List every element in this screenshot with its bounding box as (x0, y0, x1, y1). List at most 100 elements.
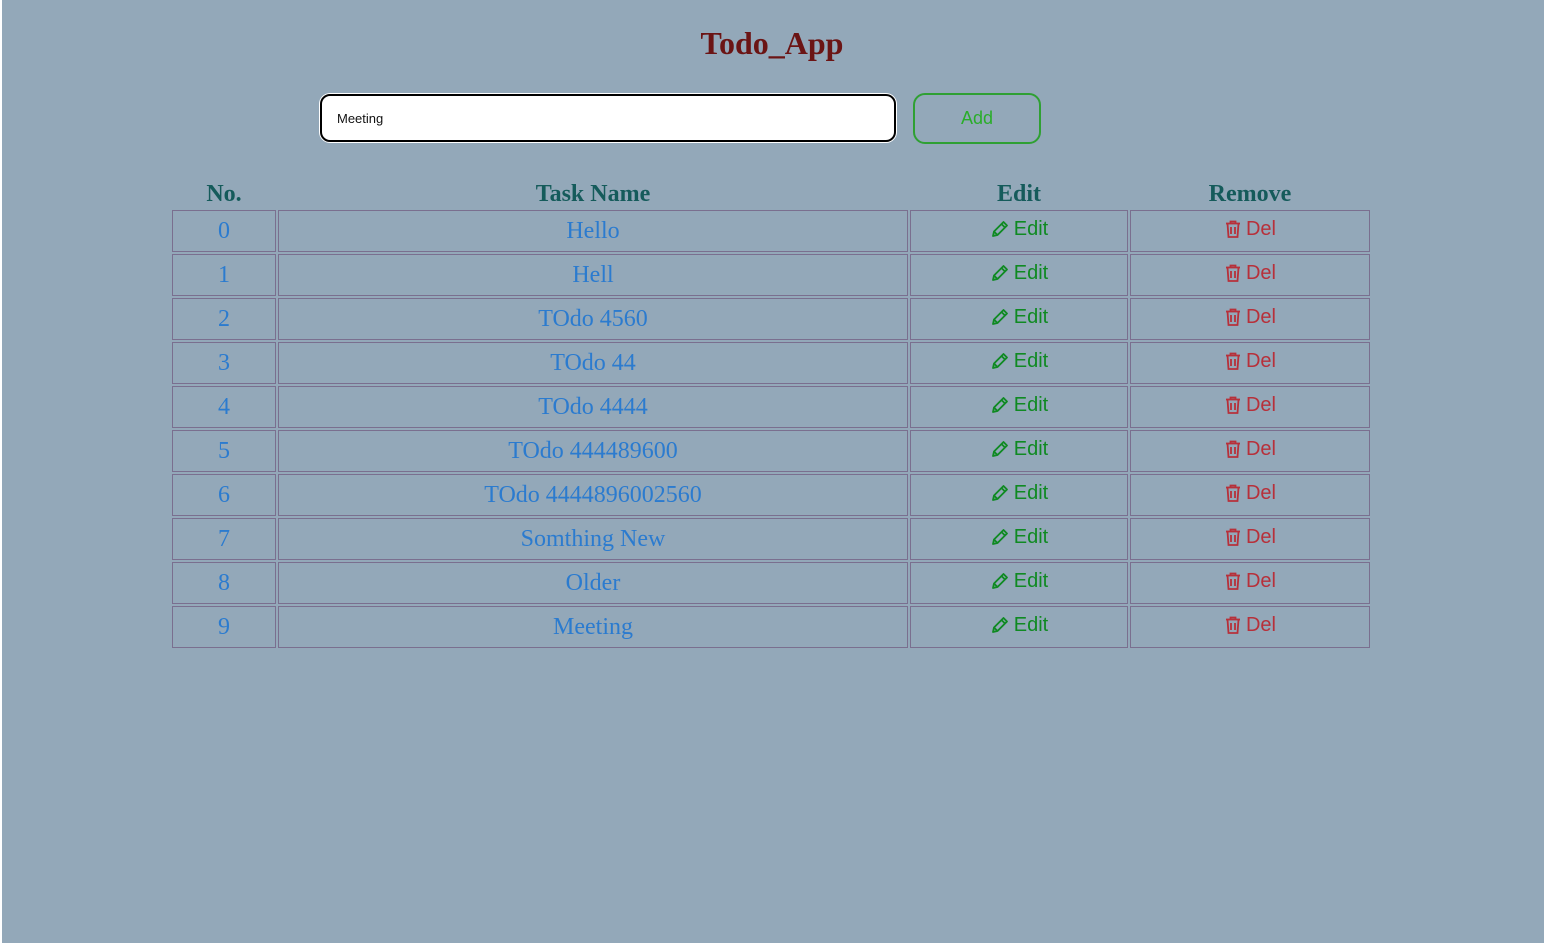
table-row: 5 TOdo 444489600 Edit Del (172, 430, 1370, 472)
task-name: Older (278, 562, 908, 604)
task-input[interactable] (320, 94, 896, 142)
task-name: Somthing New (278, 518, 908, 560)
window-edge (0, 0, 2, 943)
pencil-icon (990, 263, 1010, 283)
edit-label: Edit (1013, 569, 1049, 592)
trash-icon (1224, 615, 1242, 635)
task-name: Hello (278, 210, 908, 252)
edit-button[interactable]: Edit (990, 350, 1048, 373)
row-number: 2 (172, 298, 276, 340)
table-row: 4 TOdo 4444 Edit Del (172, 386, 1370, 428)
edit-button[interactable]: Edit (990, 526, 1048, 549)
pencil-icon (990, 483, 1010, 503)
remove-cell: Del (1130, 606, 1370, 648)
task-name: TOdo 4444896002560 (278, 474, 908, 516)
header-edit: Edit (996, 181, 1041, 207)
trash-icon (1224, 219, 1242, 239)
todo-table: No. Task Name Edit Remove 0 Hello Edit Del 1… (170, 176, 1372, 650)
delete-label: Del (1245, 569, 1276, 592)
edit-label: Edit (1013, 217, 1049, 240)
delete-button[interactable]: Del (1224, 218, 1276, 241)
row-number: 1 (172, 254, 276, 296)
edit-cell: Edit (910, 210, 1128, 252)
remove-cell: Del (1130, 562, 1370, 604)
delete-label: Del (1245, 349, 1276, 372)
edit-button[interactable]: Edit (990, 570, 1048, 593)
delete-button[interactable]: Del (1224, 570, 1276, 593)
row-number: 8 (172, 562, 276, 604)
pencil-icon (990, 439, 1010, 459)
table-header-row: No. Task Name Edit Remove (172, 178, 1370, 208)
edit-cell: Edit (910, 518, 1128, 560)
edit-cell: Edit (910, 342, 1128, 384)
edit-label: Edit (1013, 437, 1049, 460)
table-row: 7 Somthing New Edit Del (172, 518, 1370, 560)
remove-cell: Del (1130, 386, 1370, 428)
edit-button[interactable]: Edit (990, 218, 1048, 241)
table-row: 2 TOdo 4560 Edit Del (172, 298, 1370, 340)
task-name: TOdo 4560 (278, 298, 908, 340)
edit-label: Edit (1013, 305, 1049, 328)
edit-label: Edit (1013, 481, 1049, 504)
table-row: 1 Hell Edit Del (172, 254, 1370, 296)
task-name: Meeting (278, 606, 908, 648)
trash-icon (1224, 263, 1242, 283)
row-number: 4 (172, 386, 276, 428)
row-number: 5 (172, 430, 276, 472)
delete-button[interactable]: Del (1224, 526, 1276, 549)
table-row: 8 Older Edit Del (172, 562, 1370, 604)
trash-icon (1224, 571, 1242, 591)
delete-button[interactable]: Del (1224, 438, 1276, 461)
pencil-icon (990, 219, 1010, 239)
trash-icon (1224, 351, 1242, 371)
row-number: 7 (172, 518, 276, 560)
edit-button[interactable]: Edit (990, 306, 1048, 329)
task-name: TOdo 444489600 (278, 430, 908, 472)
edit-label: Edit (1013, 525, 1049, 548)
delete-label: Del (1245, 437, 1276, 460)
table-row: 9 Meeting Edit Del (172, 606, 1370, 648)
task-name: Hell (278, 254, 908, 296)
edit-label: Edit (1013, 349, 1049, 372)
row-number: 9 (172, 606, 276, 648)
header-task-name: Task Name (535, 181, 651, 207)
app-title: Todo_App (700, 25, 844, 61)
row-number: 0 (172, 210, 276, 252)
edit-button[interactable]: Edit (990, 262, 1048, 285)
task-name: TOdo 4444 (278, 386, 908, 428)
table-row: 0 Hello Edit Del (172, 210, 1370, 252)
remove-cell: Del (1130, 518, 1370, 560)
delete-button[interactable]: Del (1224, 262, 1276, 285)
edit-cell: Edit (910, 474, 1128, 516)
header-no: No. (206, 181, 242, 207)
header-remove: Remove (1208, 181, 1292, 207)
delete-button[interactable]: Del (1224, 394, 1276, 417)
delete-button[interactable]: Del (1224, 614, 1276, 637)
delete-button[interactable]: Del (1224, 350, 1276, 373)
edit-cell: Edit (910, 298, 1128, 340)
edit-button[interactable]: Edit (990, 394, 1048, 417)
edit-button[interactable]: Edit (990, 614, 1048, 637)
delete-button[interactable]: Del (1224, 482, 1276, 505)
table-row: 6 TOdo 4444896002560 Edit Del (172, 474, 1370, 516)
delete-label: Del (1245, 261, 1276, 284)
edit-cell: Edit (910, 562, 1128, 604)
edit-label: Edit (1013, 613, 1049, 636)
delete-label: Del (1245, 305, 1276, 328)
pencil-icon (990, 571, 1010, 591)
edit-button[interactable]: Edit (990, 438, 1048, 461)
trash-icon (1224, 483, 1242, 503)
remove-cell: Del (1130, 254, 1370, 296)
trash-icon (1224, 527, 1242, 547)
pencil-icon (990, 351, 1010, 371)
delete-label: Del (1245, 613, 1276, 636)
task-name: TOdo 44 (278, 342, 908, 384)
edit-label: Edit (1013, 261, 1049, 284)
edit-button[interactable]: Edit (990, 482, 1048, 505)
add-button[interactable]: Add (913, 93, 1041, 144)
delete-label: Del (1245, 393, 1276, 416)
pencil-icon (990, 307, 1010, 327)
remove-cell: Del (1130, 298, 1370, 340)
delete-button[interactable]: Del (1224, 306, 1276, 329)
table-row: 3 TOdo 44 Edit Del (172, 342, 1370, 384)
